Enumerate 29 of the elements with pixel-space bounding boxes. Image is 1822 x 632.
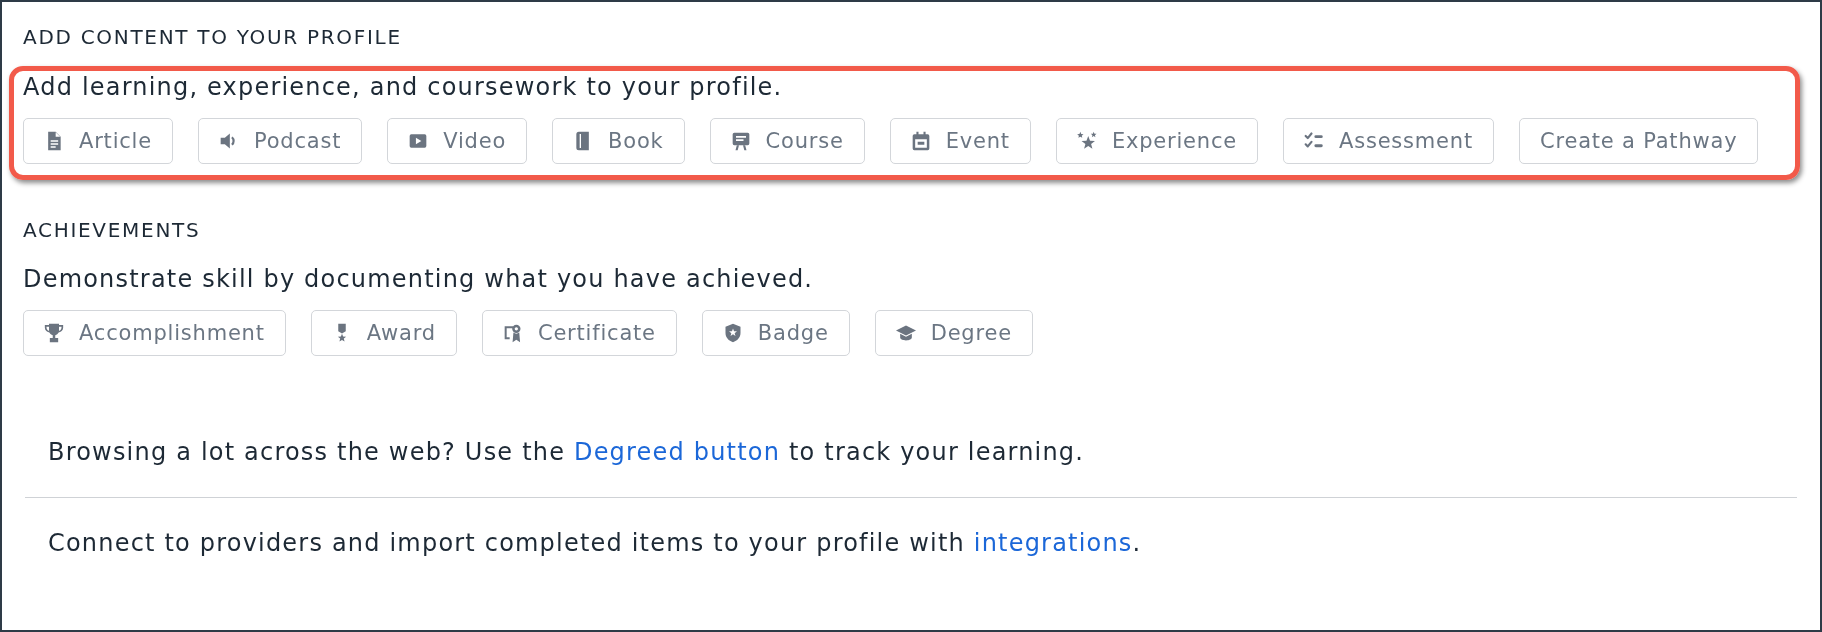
certificate-button[interactable]: Certificate [481,310,677,356]
podcast-button[interactable]: Podcast [197,118,363,164]
play-icon [408,131,429,151]
badge-button[interactable]: Badge [701,310,850,356]
experience-button[interactable]: Experience [1055,118,1258,164]
article-button[interactable]: Article [23,118,173,164]
tip-link[interactable]: integrations [973,529,1133,557]
presentation-board-icon [730,131,751,151]
trophy-icon [44,323,64,343]
section-heading: ADD CONTENT TO YOUR PROFILE [23,25,403,49]
graduation-cap-icon [895,323,916,343]
accomplishment-button[interactable]: Accomplishment [23,310,286,356]
degree-button[interactable]: Degree [874,310,1033,356]
section-description: Demonstrate skill by documenting what you have achieved. [23,264,815,294]
calendar-icon [910,131,931,151]
certificate-icon [502,323,523,343]
assessment-button[interactable]: Assessment [1283,118,1494,164]
award-button[interactable]: Award [310,310,457,356]
tip-text: Browsing a lot across the web? Use the Degreed button to track your learning. [47,437,1086,468]
tip-link[interactable]: Degreed button [573,438,781,466]
course-button[interactable]: Course [709,118,865,164]
stars-icon [1076,131,1097,151]
pathway-button[interactable]: Create a Pathway [1519,118,1759,164]
video-button[interactable]: Video [387,118,528,164]
event-button[interactable]: Event [889,118,1031,164]
book-button[interactable]: Book [552,118,685,164]
section-heading: ACHIEVEMENTS [23,218,202,242]
tip-text: Connect to providers and import completed items to your profile with integrations. [47,528,1143,559]
section-description: Add learning, experience, and coursework to your profile. [23,72,784,102]
